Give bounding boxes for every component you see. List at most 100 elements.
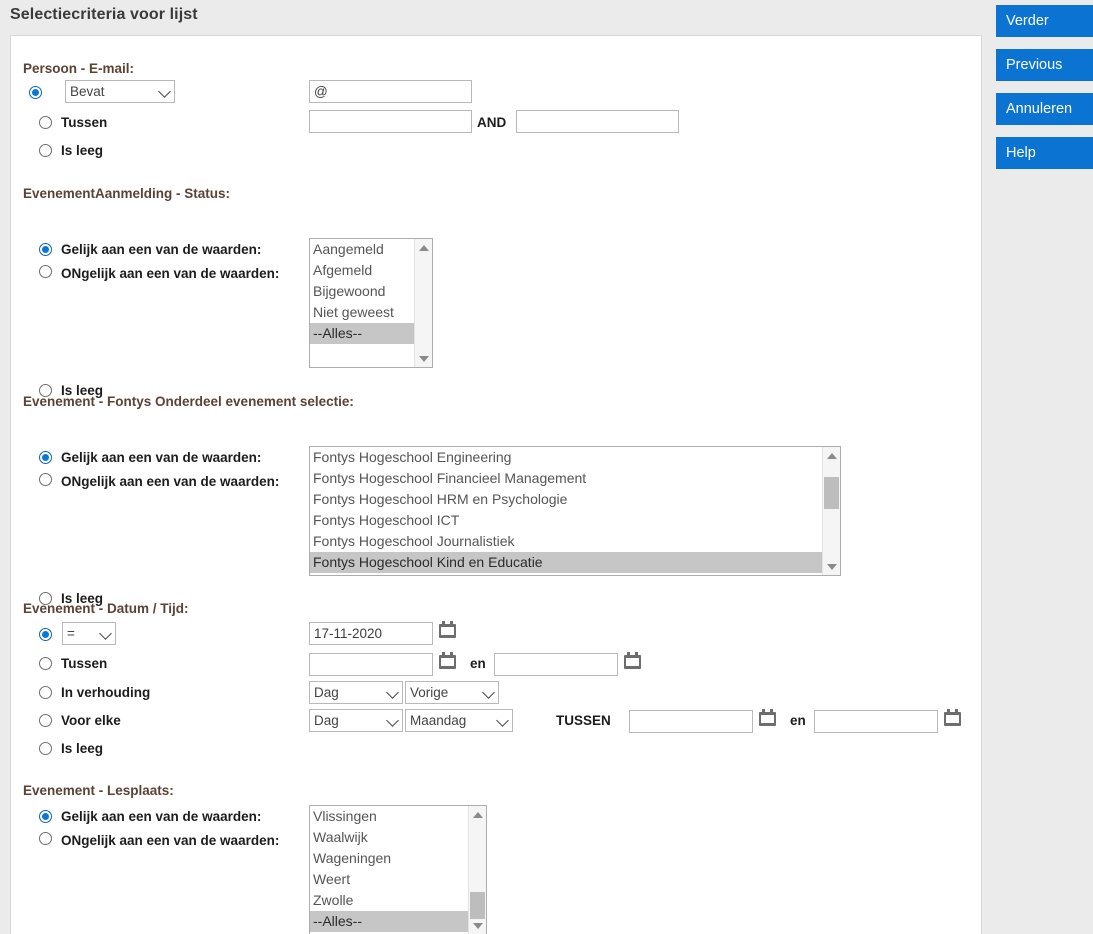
elke-unit-select[interactable]: Dag [309,709,403,732]
elke-day-select[interactable]: Maandag [405,709,513,732]
onderdeel-radio-ongelijk[interactable] [39,473,52,486]
status-radio-ongelijk-label: ONgelijk aan een van de waarden: [61,266,280,281]
annuleren-button[interactable]: Annuleren [996,93,1093,125]
list-item[interactable]: Fontys Hogeschool ICT [310,510,822,531]
verder-button[interactable]: Verder [996,5,1093,37]
list-item[interactable]: Afgemeld [310,260,414,281]
list-item[interactable]: Fontys Hogeschool Journalistiek [310,531,822,552]
datum-tussen-from-input[interactable] [309,653,433,676]
criteria-group-lesplaats: Evenement - Lesplaats: Gelijk aan een va… [11,783,981,934]
lesplaats-listbox-scrollbar[interactable] [468,806,486,934]
status-radio-gelijk-label: Gelijk aan een van de waarden: [61,242,262,257]
calendar-icon[interactable] [439,621,456,638]
email-operator-select-wrap: Bevat [65,80,175,103]
verhouding-unit-select[interactable]: Dag [309,681,403,704]
calendar-icon[interactable] [759,709,776,726]
elke-day-select-wrap: Maandag [405,709,513,732]
scroll-up-arrow-icon[interactable] [469,806,486,823]
elke-tussen-to-input[interactable] [814,710,938,733]
email-radio-tussen-label: Tussen [61,115,108,130]
datum-radio-in-verhouding[interactable] [39,686,52,699]
email-and-label: AND [477,115,507,130]
calendar-icon[interactable] [944,709,961,726]
list-item[interactable]: Fontys Hogeschool HRM en Psychologie [310,489,822,510]
criteria-group-email: Persoon - E-mail: Bevat Tussen AND Is le… [11,61,981,186]
datum-date-input[interactable] [309,622,433,645]
verhouding-when-select[interactable]: Vorige [405,681,499,704]
calendar-icon[interactable] [624,652,641,669]
list-item[interactable]: Wageningen [310,848,468,869]
email-between-from-input[interactable] [309,110,472,133]
lesplaats-listbox-items: Vlissingen Waalwijk Wageningen Weert Zwo… [310,806,468,934]
status-radio-gelijk[interactable] [39,243,52,256]
lesplaats-listbox[interactable]: Vlissingen Waalwijk Wageningen Weert Zwo… [309,805,487,934]
criteria-group-datum: Evenement - Datum / Tijd: = Tussen en In… [11,601,981,781]
lesplaats-radio-gelijk[interactable] [39,810,52,823]
list-item[interactable]: Aangemeld [310,239,414,260]
list-item[interactable]: Fontys Hogeschool Financieel Management [310,468,822,489]
onderdeel-listbox[interactable]: Fontys Hogeschool Engineering Fontys Hog… [309,446,841,576]
email-radio-isleeg[interactable] [39,144,52,157]
datum-radio-tussen[interactable] [39,657,52,670]
elke-tussen-label: TUSSEN [556,713,611,728]
email-radio-bevat[interactable] [29,86,42,99]
datum-tussen-to-input[interactable] [494,653,618,676]
scroll-down-arrow-icon[interactable] [823,558,840,575]
help-button[interactable]: Help [996,137,1093,169]
group-label-datum: Evenement - Datum / Tijd: [23,601,189,616]
list-item[interactable]: Fontys Hogeschool Engineering [310,447,822,468]
email-between-to-input[interactable] [516,110,679,133]
list-item-selected[interactable]: Fontys Hogeschool Kind en Educatie [310,552,822,573]
group-label-onderdeel: Evenement - Fontys Onderdeel evenement s… [23,394,354,409]
list-item[interactable]: Waalwijk [310,827,468,848]
datum-radio-in-verhouding-label: In verhouding [61,685,151,700]
datum-operator-select-wrap: = [62,622,116,645]
onderdeel-radio-gelijk[interactable] [39,451,52,464]
datum-operator-select[interactable]: = [62,622,116,645]
list-item[interactable]: Vlissingen [310,806,468,827]
previous-button[interactable]: Previous [996,49,1093,81]
datum-radio-isleeg[interactable] [39,742,52,755]
verhouding-when-select-wrap: Vorige [405,681,499,704]
scroll-down-arrow-icon[interactable] [415,350,432,367]
lesplaats-radio-ongelijk[interactable] [39,832,52,845]
datum-radio-isleeg-label: Is leeg [61,741,104,756]
selection-criteria-panel: Persoon - E-mail: Bevat Tussen AND Is le… [10,35,982,934]
lesplaats-radio-gelijk-label: Gelijk aan een van de waarden: [61,809,262,824]
scroll-up-arrow-icon[interactable] [823,447,840,464]
page-title: Selectiecriteria voor lijst [10,6,198,23]
onderdeel-radio-ongelijk-label: ONgelijk aan een van de waarden: [61,474,280,489]
lesplaats-radio-ongelijk-label: ONgelijk aan een van de waarden: [61,833,280,848]
group-label-lesplaats: Evenement - Lesplaats: [23,783,174,798]
status-listbox-items: Aangemeld Afgemeld Bijgewoond Niet gewee… [310,239,414,367]
email-operator-select[interactable]: Bevat [65,80,175,103]
datum-radio-operator[interactable] [39,628,52,641]
datum-tussen-en-label: en [470,656,486,671]
list-item-selected[interactable]: --Alles-- [310,323,414,344]
status-listbox-scrollbar[interactable] [414,239,432,367]
list-item[interactable]: Niet geweest [310,302,414,323]
onderdeel-listbox-items: Fontys Hogeschool Engineering Fontys Hog… [310,447,822,575]
onderdeel-listbox-scrollbar[interactable] [822,447,840,575]
email-contains-input[interactable] [309,80,472,103]
calendar-icon[interactable] [439,652,456,669]
list-item-selected[interactable]: --Alles-- [310,911,468,932]
scrollbar-thumb[interactable] [824,477,839,509]
email-radio-isleeg-label: Is leeg [61,143,104,158]
group-label-email: Persoon - E-mail: [23,61,135,76]
email-radio-tussen[interactable] [39,116,52,129]
criteria-group-status: EvenementAanmelding - Status: Gelijk aan… [11,186,981,401]
elke-tussen-from-input[interactable] [629,710,753,733]
datum-radio-voor-elke[interactable] [39,714,52,727]
scroll-up-arrow-icon[interactable] [415,239,432,256]
action-button-column: Verder Previous Annuleren Help [996,5,1093,181]
status-listbox[interactable]: Aangemeld Afgemeld Bijgewoond Niet gewee… [309,238,433,368]
list-item[interactable]: Weert [310,869,468,890]
list-item[interactable]: Zwolle [310,890,468,911]
scrollbar-thumb[interactable] [470,892,485,919]
list-item[interactable]: Bijgewoond [310,281,414,302]
elke-tussen-en-label: en [790,713,806,728]
scroll-down-arrow-icon[interactable] [469,917,486,934]
verhouding-unit-select-wrap: Dag [309,681,403,704]
status-radio-ongelijk[interactable] [39,265,52,278]
